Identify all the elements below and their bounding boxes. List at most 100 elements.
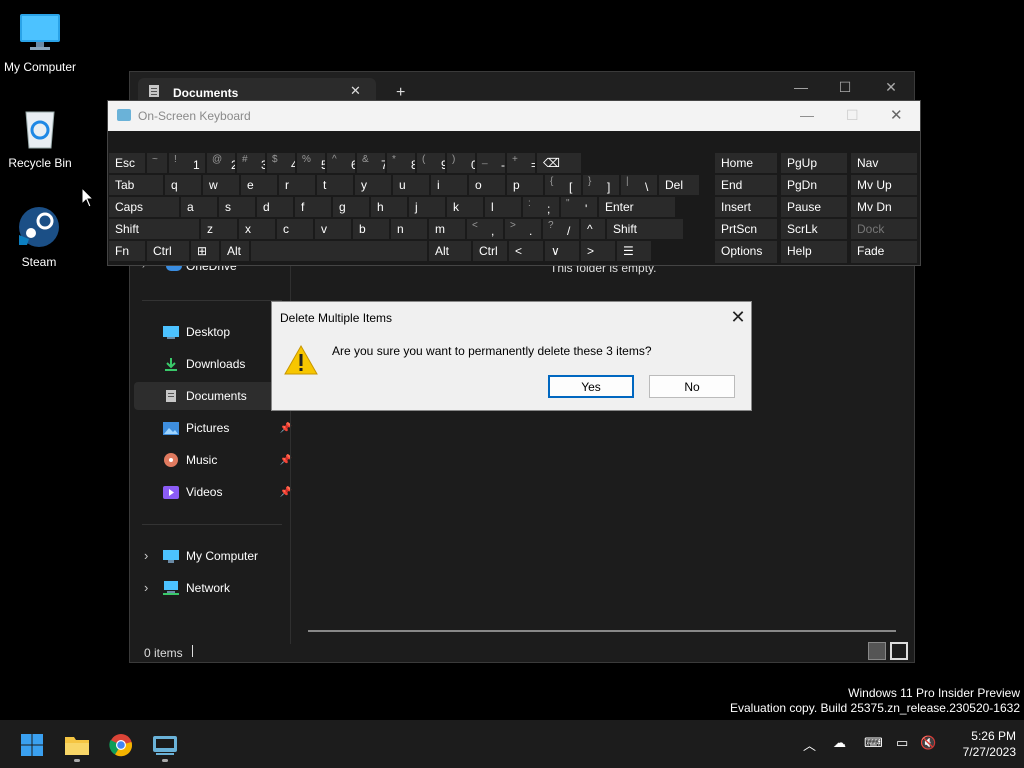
osk-key[interactable]: ? / bbox=[543, 219, 579, 239]
sidebar-item-desktop[interactable]: Desktop bbox=[134, 318, 284, 346]
osk-key[interactable]: r bbox=[279, 175, 315, 195]
onedrive-offline-icon[interactable]: ☁ bbox=[833, 735, 846, 751]
osk-key[interactable]: g bbox=[333, 197, 369, 217]
osk-key[interactable]: ∨ bbox=[545, 241, 579, 261]
osk-side-key[interactable]: Fade bbox=[851, 241, 917, 263]
osk-side-key[interactable]: Options bbox=[715, 241, 777, 263]
osk-key[interactable]: Ctrl bbox=[147, 241, 189, 261]
osk-key[interactable]: z bbox=[201, 219, 237, 239]
osk-key[interactable]: @2 bbox=[207, 153, 235, 173]
close-button[interactable]: ✕ bbox=[890, 106, 903, 124]
osk-key[interactable]: Tab bbox=[109, 175, 163, 195]
tab-close-icon[interactable]: ✕ bbox=[350, 83, 361, 99]
osk-key[interactable]: d bbox=[257, 197, 293, 217]
osk-key[interactable]: Enter bbox=[599, 197, 675, 217]
osk-key[interactable]: n bbox=[391, 219, 427, 239]
osk-side-key[interactable]: ScrLk bbox=[781, 219, 847, 239]
osk-key[interactable]: ~` bbox=[147, 153, 167, 173]
osk-key[interactable]: ⌫ bbox=[537, 153, 581, 173]
osk-key[interactable]: j bbox=[409, 197, 445, 217]
osk-key[interactable]: w bbox=[203, 175, 239, 195]
osk-key[interactable]: _ - bbox=[477, 153, 505, 173]
details-view-icon[interactable] bbox=[868, 642, 886, 660]
tiles-view-icon[interactable] bbox=[890, 642, 908, 660]
chevron-up-icon[interactable]: ︿ bbox=[803, 735, 816, 754]
osk-side-key[interactable]: Home bbox=[715, 153, 777, 173]
osk-key[interactable]: y bbox=[355, 175, 391, 195]
osk-key[interactable]: % 5 bbox=[297, 153, 325, 173]
desktop-icon-my-computer[interactable]: My Computer bbox=[0, 10, 80, 74]
osk-key[interactable]: >. bbox=[505, 219, 541, 239]
osk-key[interactable]: s bbox=[219, 197, 255, 217]
osk-key[interactable]: Del bbox=[659, 175, 699, 195]
dialog-close-button[interactable]: ✕ bbox=[727, 306, 749, 328]
horizontal-scrollbar[interactable] bbox=[308, 630, 896, 632]
osk-side-key[interactable]: Insert bbox=[715, 197, 777, 217]
osk-key[interactable]: Alt bbox=[429, 241, 471, 261]
osk-key[interactable]: q bbox=[165, 175, 201, 195]
osk-key[interactable]: o bbox=[469, 175, 505, 195]
system-clock[interactable]: 5:26 PM 7/27/2023 bbox=[940, 728, 1016, 760]
osk-key[interactable]: e bbox=[241, 175, 277, 195]
osk-key[interactable] bbox=[251, 241, 427, 261]
touch-keyboard-icon[interactable]: ⌨ bbox=[864, 735, 883, 751]
osk-key[interactable]: ^ bbox=[581, 219, 605, 239]
osk-side-key[interactable]: Mv Dn bbox=[851, 197, 917, 217]
minimize-button[interactable]: — bbox=[778, 72, 824, 102]
sidebar-item-videos[interactable]: Videos 📌 bbox=[134, 478, 292, 506]
osk-key[interactable]: i bbox=[431, 175, 467, 195]
osk-key[interactable]: | \ bbox=[621, 175, 657, 195]
osk-key[interactable]: ) 0 bbox=[447, 153, 475, 173]
osk-key[interactable]: a bbox=[181, 197, 217, 217]
osk-key[interactable]: l bbox=[485, 197, 521, 217]
osk-key[interactable]: u bbox=[393, 175, 429, 195]
osk-side-key[interactable]: Nav bbox=[851, 153, 917, 173]
maximize-button[interactable]: ☐ bbox=[822, 72, 868, 102]
taskbar-chrome[interactable] bbox=[103, 728, 139, 762]
osk-key[interactable]: m bbox=[429, 219, 465, 239]
osk-key[interactable]: ! 1 bbox=[169, 153, 205, 173]
osk-key[interactable]: (9 bbox=[417, 153, 445, 173]
osk-key[interactable]: x bbox=[239, 219, 275, 239]
sidebar-item-pictures[interactable]: Pictures 📌 bbox=[134, 414, 292, 442]
osk-key[interactable]: #3 bbox=[237, 153, 265, 173]
osk-key[interactable]: & 7 bbox=[357, 153, 385, 173]
osk-key[interactable]: " ' bbox=[561, 197, 597, 217]
osk-key[interactable]: h bbox=[371, 197, 407, 217]
volume-muted-icon[interactable]: 🔇 bbox=[920, 735, 936, 751]
osk-key[interactable]: Ctrl bbox=[473, 241, 507, 261]
osk-side-key[interactable]: PgUp bbox=[781, 153, 847, 173]
maximize-button[interactable]: ☐ bbox=[846, 107, 859, 124]
osk-side-key[interactable]: PgDn bbox=[781, 175, 847, 195]
taskbar-osk[interactable] bbox=[147, 728, 183, 762]
sidebar-item-my-computer[interactable]: › My Computer bbox=[134, 542, 284, 570]
osk-key[interactable]: c bbox=[277, 219, 313, 239]
osk-key[interactable]: ☰ bbox=[617, 241, 651, 261]
osk-key[interactable]: * 8 bbox=[387, 153, 415, 173]
osk-key[interactable]: ^ 6 bbox=[327, 153, 355, 173]
osk-key[interactable]: Shift bbox=[109, 219, 199, 239]
osk-side-key[interactable]: End bbox=[715, 175, 777, 195]
osk-key[interactable]: f bbox=[295, 197, 331, 217]
osk-key[interactable]: p bbox=[507, 175, 543, 195]
osk-key[interactable]: b bbox=[353, 219, 389, 239]
osk-side-key[interactable]: Pause bbox=[781, 197, 847, 217]
osk-key[interactable]: <, bbox=[467, 219, 503, 239]
osk-key[interactable]: Alt bbox=[221, 241, 249, 261]
osk-key[interactable]: }] bbox=[583, 175, 619, 195]
sidebar-item-music[interactable]: Music 📌 bbox=[134, 446, 292, 474]
osk-key[interactable]: ⊞ bbox=[191, 241, 219, 261]
osk-side-key[interactable]: Help bbox=[781, 241, 847, 263]
network-icon[interactable]: ▭ bbox=[896, 735, 908, 751]
desktop-icon-steam[interactable]: Steam bbox=[0, 205, 79, 269]
osk-key[interactable]: Caps bbox=[109, 197, 179, 217]
osk-key[interactable]: {[ bbox=[545, 175, 581, 195]
sidebar-item-documents[interactable]: Documents bbox=[134, 382, 284, 410]
osk-key[interactable]: k bbox=[447, 197, 483, 217]
osk-side-key[interactable]: Mv Up bbox=[851, 175, 917, 195]
start-button[interactable] bbox=[14, 728, 50, 762]
osk-key[interactable]: > bbox=[581, 241, 615, 261]
osk-key[interactable]: v bbox=[315, 219, 351, 239]
yes-button[interactable]: Yes bbox=[548, 375, 634, 398]
minimize-button[interactable]: — bbox=[800, 107, 814, 123]
